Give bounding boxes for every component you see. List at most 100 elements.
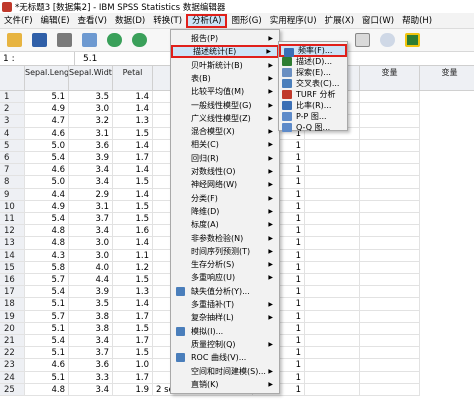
table-cell[interactable]: 1.0: [113, 359, 153, 372]
table-cell[interactable]: 4.6: [25, 359, 69, 372]
table-cell[interactable]: [360, 322, 420, 335]
table-cell[interactable]: 4.6: [25, 127, 69, 140]
table-cell[interactable]: [360, 347, 420, 360]
table-cell[interactable]: 4.8: [25, 225, 69, 238]
analyze-menu-item[interactable]: 质量控制(Q) ▶: [171, 338, 279, 351]
table-cell[interactable]: [360, 127, 420, 140]
table-cell[interactable]: [360, 200, 420, 213]
analyze-menu-item[interactable]: 降维(D) ▶: [171, 205, 279, 218]
table-cell[interactable]: 1.4: [113, 139, 153, 152]
table-cell[interactable]: 1.2: [113, 261, 153, 274]
menu-10[interactable]: 帮助(H): [398, 14, 436, 28]
table-cell[interactable]: 1.4: [113, 91, 153, 104]
table-cell[interactable]: 5.1: [25, 298, 69, 311]
table-cell[interactable]: [305, 261, 360, 274]
table-cell[interactable]: [305, 359, 360, 372]
table-cell[interactable]: 1.5: [113, 213, 153, 226]
analyze-menu-item[interactable]: 生存分析(S) ▶: [171, 258, 279, 271]
table-cell[interactable]: [305, 298, 360, 311]
table-cell[interactable]: 1.5: [113, 347, 153, 360]
menu-5[interactable]: 分析(A): [186, 13, 228, 28]
table-cell[interactable]: 1.5: [113, 127, 153, 140]
table-cell[interactable]: 3.9: [69, 286, 113, 299]
table-cell[interactable]: 1.5: [113, 200, 153, 213]
table-cell[interactable]: 1.4: [113, 188, 153, 201]
analyze-menu-item[interactable]: 报告(P) ▶: [171, 32, 279, 45]
table-cell[interactable]: [305, 335, 360, 348]
table-cell[interactable]: 5.7: [25, 274, 69, 287]
table-cell[interactable]: [360, 176, 420, 189]
table-cell[interactable]: 4.3: [25, 249, 69, 262]
table-cell[interactable]: 4.8: [25, 237, 69, 250]
table-cell[interactable]: 4.7: [25, 115, 69, 128]
menu-4[interactable]: 转换(T): [149, 14, 186, 28]
use-sets-icon[interactable]: [402, 31, 422, 49]
print-icon[interactable]: [54, 31, 74, 49]
table-cell[interactable]: 5.4: [25, 152, 69, 165]
table-cell[interactable]: 1.6: [113, 225, 153, 238]
table-cell[interactable]: [360, 164, 420, 177]
table-cell[interactable]: 3.0: [69, 237, 113, 250]
table-cell[interactable]: 1.5: [113, 274, 153, 287]
column-header[interactable]: Sepal.Width: [69, 66, 113, 91]
column-header[interactable]: 变量: [420, 66, 474, 91]
table-cell[interactable]: [360, 188, 420, 201]
table-cell[interactable]: 3.9: [69, 152, 113, 165]
analyze-menu-item[interactable]: 回归(R) ▶: [171, 152, 279, 165]
table-cell[interactable]: [305, 322, 360, 335]
table-cell[interactable]: [360, 91, 420, 104]
table-cell[interactable]: [305, 347, 360, 360]
table-cell[interactable]: [305, 286, 360, 299]
table-cell[interactable]: [360, 225, 420, 238]
table-cell[interactable]: [305, 274, 360, 287]
table-cell[interactable]: 3.4: [69, 383, 113, 396]
table-cell[interactable]: [305, 310, 360, 323]
table-cell[interactable]: 4.4: [69, 274, 113, 287]
table-cell[interactable]: 3.0: [69, 249, 113, 262]
table-cell[interactable]: [360, 371, 420, 384]
table-cell[interactable]: 1.9: [113, 383, 153, 396]
analyze-menu-item[interactable]: 多重响应(U) ▶: [171, 271, 279, 284]
table-cell[interactable]: [305, 152, 360, 165]
analyze-menu-item[interactable]: 模拟(I)...: [171, 325, 279, 338]
menu-2[interactable]: 查看(V): [74, 14, 111, 28]
menu-6[interactable]: 图形(G): [227, 14, 265, 28]
table-cell[interactable]: [360, 249, 420, 262]
dialog-recall-icon[interactable]: [79, 31, 99, 49]
table-cell[interactable]: 4.6: [25, 164, 69, 177]
analyze-menu-item[interactable]: 复杂抽样(L) ▶: [171, 311, 279, 324]
value-labels-icon[interactable]: [377, 31, 397, 49]
table-cell[interactable]: 3.0: [69, 103, 113, 116]
table-cell[interactable]: 3.8: [69, 322, 113, 335]
table-cell[interactable]: [360, 237, 420, 250]
table-cell[interactable]: [360, 383, 420, 396]
table-cell[interactable]: 1.7: [113, 371, 153, 384]
open-file-icon[interactable]: [4, 31, 24, 49]
table-cell[interactable]: [360, 152, 420, 165]
table-cell[interactable]: [360, 115, 420, 128]
table-cell[interactable]: 3.5: [69, 91, 113, 104]
analyze-menu-item[interactable]: ROC 曲线(V)...: [171, 351, 279, 364]
table-cell[interactable]: [305, 213, 360, 226]
table-cell[interactable]: 3.3: [69, 371, 113, 384]
table-cell[interactable]: 1.4: [113, 298, 153, 311]
table-cell[interactable]: 1.3: [113, 115, 153, 128]
table-cell[interactable]: 3.7: [69, 347, 113, 360]
table-cell[interactable]: [305, 237, 360, 250]
table-cell[interactable]: 3.2: [69, 115, 113, 128]
table-cell[interactable]: 4.9: [25, 103, 69, 116]
table-cell[interactable]: 4.8: [25, 383, 69, 396]
table-cell[interactable]: 1.7: [113, 310, 153, 323]
table-cell[interactable]: 1.1: [113, 249, 153, 262]
table-cell[interactable]: 3.1: [69, 127, 113, 140]
table-cell[interactable]: 4.4: [25, 188, 69, 201]
table-cell[interactable]: [305, 176, 360, 189]
table-cell[interactable]: 3.4: [69, 176, 113, 189]
table-cell[interactable]: 5.1: [25, 347, 69, 360]
table-cell[interactable]: 4.0: [69, 261, 113, 274]
table-cell[interactable]: [360, 286, 420, 299]
analyze-menu-item[interactable]: 时间序列预测(T) ▶: [171, 245, 279, 258]
redo-icon[interactable]: [129, 31, 149, 49]
table-cell[interactable]: 3.4: [69, 164, 113, 177]
column-header[interactable]: 变量: [360, 66, 420, 91]
